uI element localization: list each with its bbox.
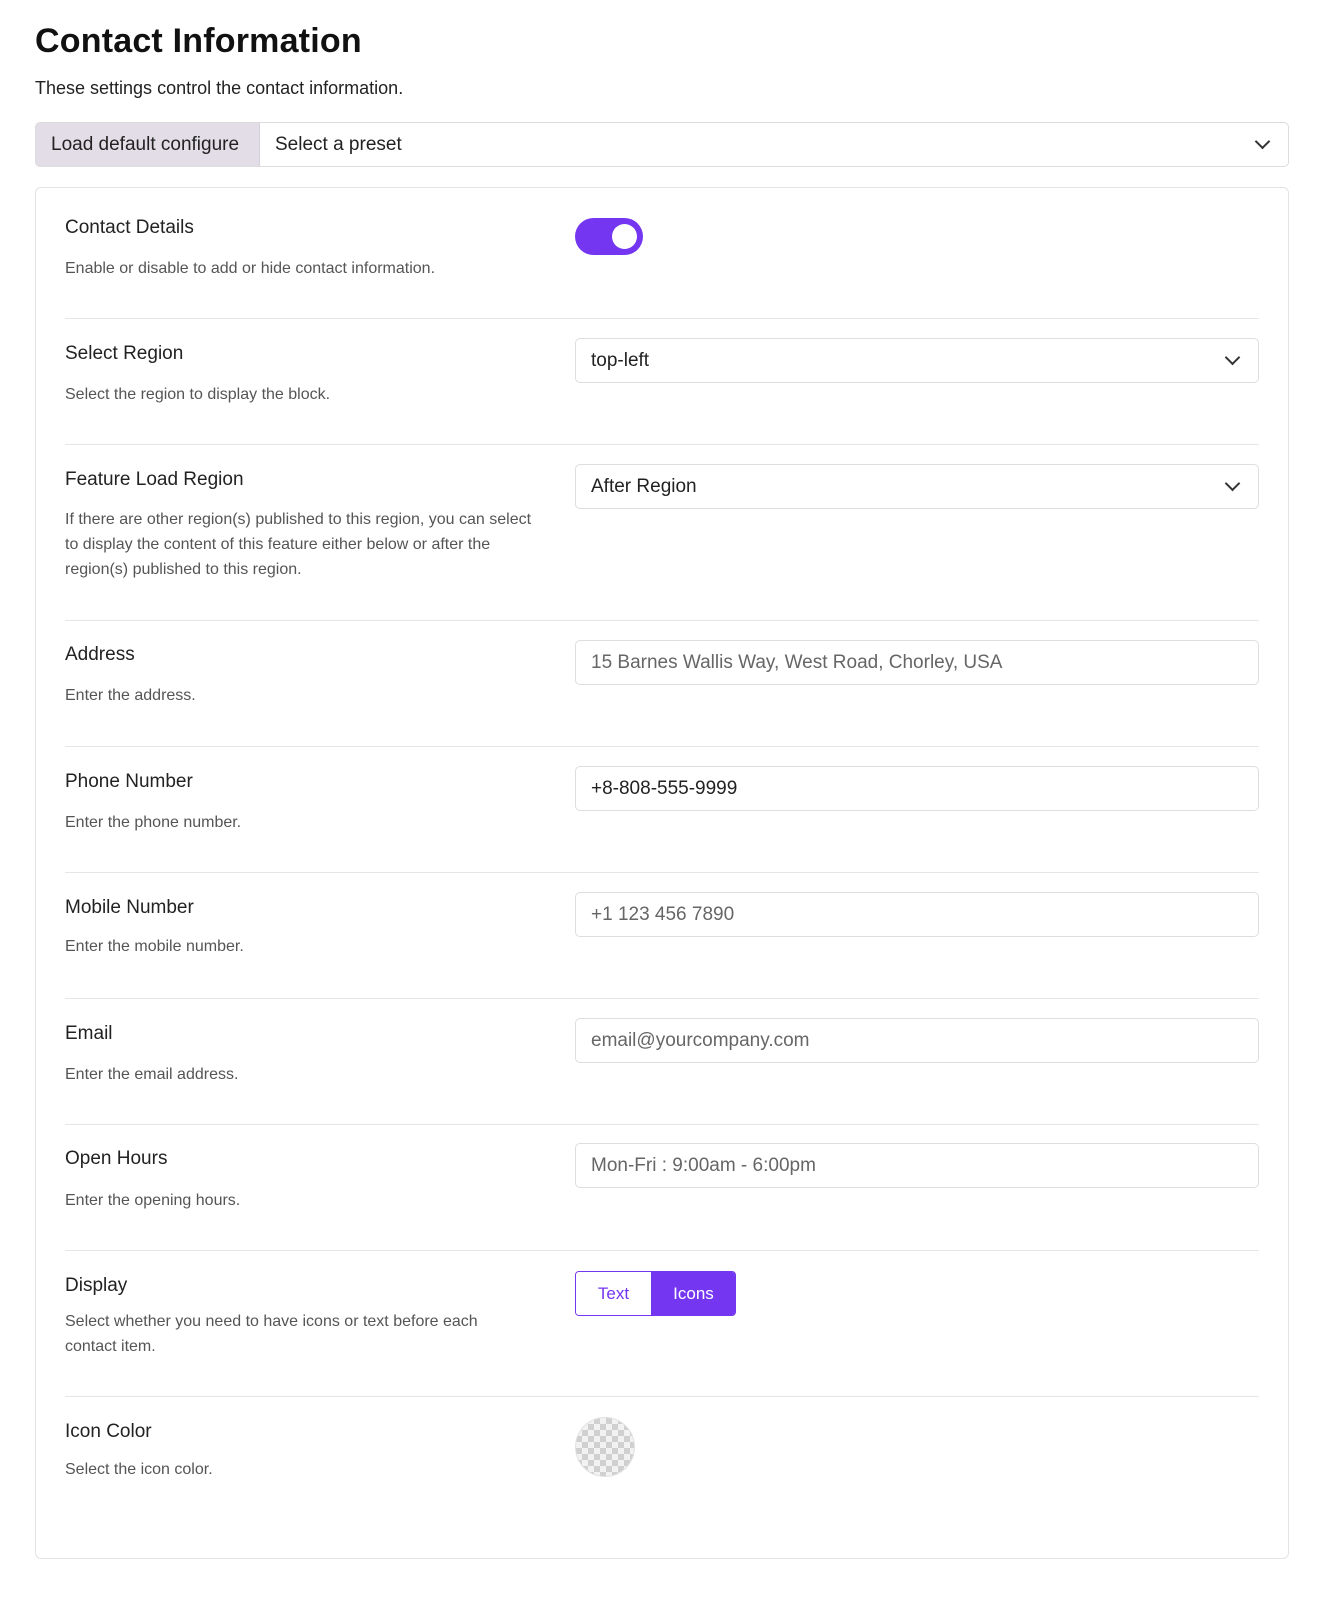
icon-color-description: Select the icon color.: [65, 1461, 213, 1478]
toggle-knob: [612, 224, 637, 249]
icon-color-label: Icon Color: [65, 1421, 152, 1442]
display-label: Display: [65, 1275, 128, 1296]
icon-color-swatch[interactable]: [575, 1417, 635, 1477]
chevron-down-icon: [1224, 475, 1241, 492]
open-hours-row: Open Hours Enter the opening hours. Mon-…: [65, 1125, 1259, 1251]
preset-select[interactable]: Select a preset: [260, 123, 1288, 166]
feature-load-region-label: Feature Load Region: [65, 469, 244, 490]
load-default-configure-button[interactable]: Load default configure: [36, 123, 260, 166]
mobile-number-label: Mobile Number: [65, 897, 194, 918]
page-title: Contact Information: [35, 22, 362, 60]
contact-details-label: Contact Details: [65, 217, 194, 238]
preset-bar: Load default configure Select a preset: [35, 122, 1289, 167]
address-input-value: 15 Barnes Wallis Way, West Road, Chorley…: [591, 651, 1003, 673]
open-hours-input[interactable]: Mon-Fri : 9:00am - 6:00pm: [575, 1143, 1259, 1188]
icon-color-row: Icon Color Select the icon color.: [65, 1397, 1259, 1527]
phone-number-input-value: +8-808-555-9999: [591, 777, 738, 799]
select-region-dropdown[interactable]: top-left: [575, 338, 1259, 383]
address-row: Address Enter the address. 15 Barnes Wal…: [65, 621, 1259, 747]
address-label: Address: [65, 644, 135, 665]
feature-load-region-row: Feature Load Region If there are other r…: [65, 445, 1259, 621]
select-region-label: Select Region: [65, 343, 184, 364]
select-region-description: Select the region to display the block.: [65, 386, 331, 403]
feature-load-region-value: After Region: [591, 475, 697, 497]
mobile-number-input-value: +1 123 456 7890: [591, 903, 735, 925]
display-description: Select whether you need to have icons or…: [65, 1313, 478, 1355]
email-input-value: email@yourcompany.com: [591, 1029, 810, 1051]
mobile-number-input[interactable]: +1 123 456 7890: [575, 892, 1259, 937]
email-input[interactable]: email@yourcompany.com: [575, 1018, 1259, 1063]
phone-number-description: Enter the phone number.: [65, 814, 242, 831]
chevron-down-icon: [1254, 133, 1271, 150]
select-region-row: Select Region Select the region to displ…: [65, 319, 1259, 445]
display-toggle-group: Text Icons: [575, 1271, 736, 1316]
phone-number-row: Phone Number Enter the phone number. +8-…: [65, 747, 1259, 873]
display-text-button[interactable]: Text: [576, 1272, 652, 1315]
display-icons-button[interactable]: Icons: [652, 1272, 735, 1315]
feature-load-region-dropdown[interactable]: After Region: [575, 464, 1259, 509]
contact-details-description: Enable or disable to add or hide contact…: [65, 260, 436, 277]
settings-card: Contact Details Enable or disable to add…: [35, 187, 1289, 1559]
address-input[interactable]: 15 Barnes Wallis Way, West Road, Chorley…: [575, 640, 1259, 685]
mobile-number-description: Enter the mobile number.: [65, 938, 244, 955]
open-hours-input-value: Mon-Fri : 9:00am - 6:00pm: [591, 1154, 816, 1176]
email-label: Email: [65, 1023, 113, 1044]
page-subtitle: These settings control the contact infor…: [35, 78, 404, 98]
contact-details-toggle[interactable]: [575, 218, 643, 255]
contact-details-row: Contact Details Enable or disable to add…: [65, 188, 1259, 319]
open-hours-description: Enter the opening hours.: [65, 1192, 241, 1209]
chevron-down-icon: [1224, 349, 1241, 366]
display-row: Display Select whether you need to have …: [65, 1251, 1259, 1397]
select-region-value: top-left: [591, 349, 650, 371]
email-row: Email Enter the email address. email@you…: [65, 999, 1259, 1125]
email-description: Enter the email address.: [65, 1066, 239, 1083]
address-description: Enter the address.: [65, 687, 196, 704]
phone-number-input[interactable]: +8-808-555-9999: [575, 766, 1259, 811]
mobile-number-row: Mobile Number Enter the mobile number. +…: [65, 873, 1259, 999]
open-hours-label: Open Hours: [65, 1148, 168, 1169]
preset-select-value: Select a preset: [275, 133, 402, 155]
phone-number-label: Phone Number: [65, 771, 193, 792]
feature-load-region-description: If there are other region(s) published t…: [65, 511, 532, 578]
